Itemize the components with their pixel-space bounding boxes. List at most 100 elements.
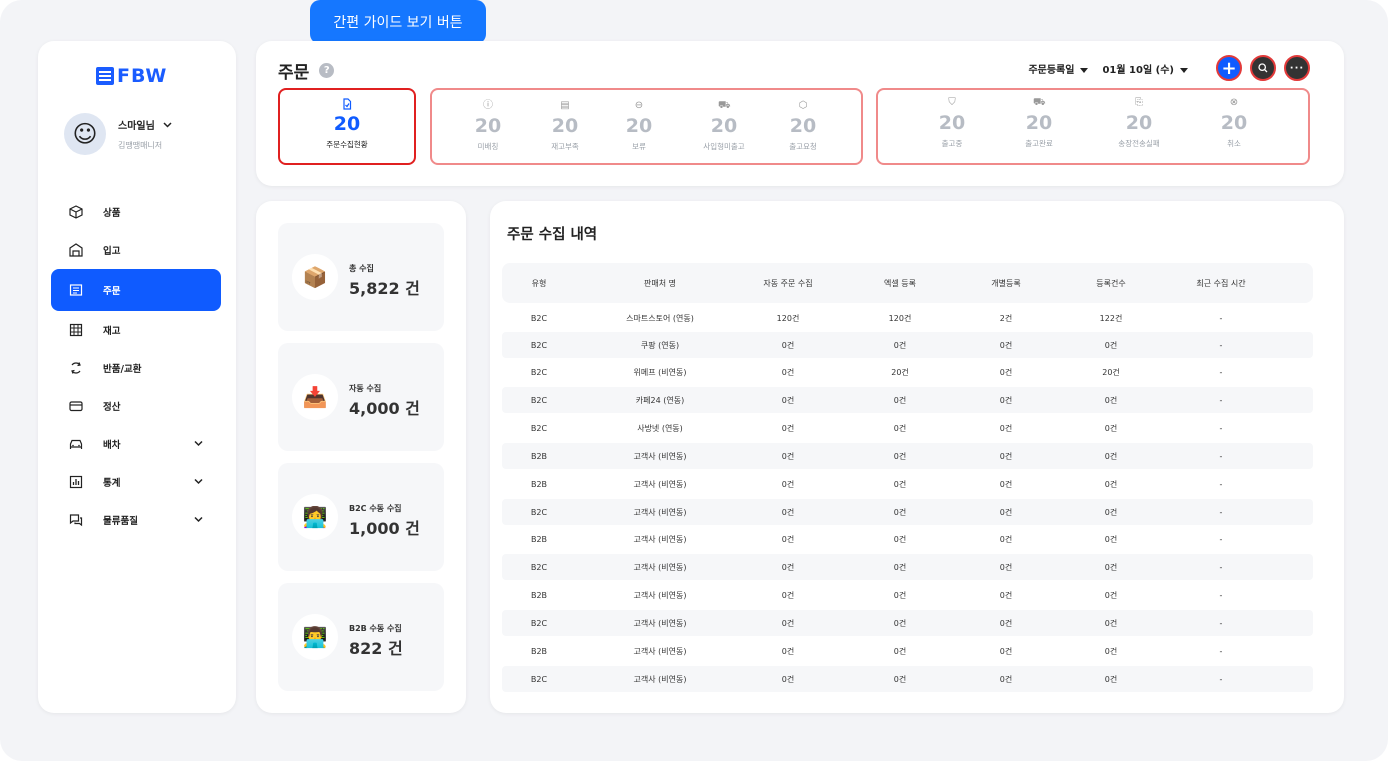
stat-document[interactable]: ⎘ 20 송장전송실패 <box>1118 97 1159 149</box>
stat-value: 20 <box>1025 112 1053 134</box>
tooltip-text: 간편 가이드 보기 버튼 <box>333 15 463 31</box>
person-icon: 👨‍💻 <box>292 614 338 660</box>
stat-truck-box[interactable]: ⛟ 20 사입형미출고 <box>703 100 744 152</box>
collection-summary: 📦 총 수집 5,822 건 📥 자동 수집 4,000 건 👩‍💻 B2C 수동 수집 1,0… <box>256 201 466 713</box>
logo[interactable]: FBW <box>96 65 167 87</box>
summary-label: B2C 수동 수집 <box>349 504 402 513</box>
table-cell: 0건 <box>893 395 907 405</box>
sidebar-item-6[interactable]: 배차 <box>51 425 221 463</box>
column-header[interactable]: 엑셀 등록 <box>884 263 916 303</box>
stat-x-circle[interactable]: ⊗ 20 취소 <box>1221 97 1247 149</box>
table-cell: B2C <box>530 340 548 350</box>
table-cell: 0건 <box>1104 507 1118 517</box>
table-row[interactable]: B2B 고객사 (비연동) 0건 0건 0건 0건 - <box>502 471 1313 497</box>
summary-value: 1,000 건 <box>349 519 420 538</box>
table-cell: - <box>1219 674 1223 684</box>
date-dropdown[interactable]: 01월 10일 (수) <box>1102 61 1188 76</box>
chevron-down-icon[interactable] <box>194 439 203 450</box>
table-title: 주문 수집 내역 <box>507 227 598 243</box>
document-check-icon <box>343 98 352 110</box>
stat-value: 20 <box>1125 112 1153 134</box>
table-row[interactable]: B2C 고객사 (비연동) 0건 0건 0건 0건 - <box>502 554 1313 580</box>
more-button[interactable]: ··· <box>1284 55 1310 81</box>
table-cell: 고객사 (비연동) <box>633 479 687 489</box>
order-collection-status-box[interactable]: 20 주문수집현황 <box>278 88 416 165</box>
column-header[interactable]: 자동 주문 수집 <box>763 263 812 303</box>
table-cell: 0건 <box>999 534 1013 544</box>
sidebar-item-3[interactable]: 재고 <box>51 311 221 349</box>
table-cell: B2C <box>530 507 548 517</box>
sidebar-item-8[interactable]: 물류품질 <box>51 501 221 539</box>
stat-label: 취소 <box>1227 139 1241 148</box>
table-cell: - <box>1219 451 1223 461</box>
chevron-down-icon[interactable] <box>194 477 203 488</box>
stat-label: 보류 <box>632 142 646 151</box>
summary-label: B2B 수동 수집 <box>349 624 402 633</box>
table-cell: 0건 <box>781 395 795 405</box>
summary-card: 👩‍💻 B2C 수동 수집 1,000 건 <box>278 463 444 571</box>
chevron-down-icon[interactable] <box>194 515 203 526</box>
add-button[interactable]: + <box>1216 55 1242 81</box>
sidebar-item-1[interactable]: 입고 <box>51 231 221 269</box>
sidebar-item-label: 재고 <box>103 326 121 337</box>
order-icon <box>69 283 83 297</box>
stat-truck[interactable]: ⛟ 20 출고완료 <box>1025 97 1053 149</box>
table-cell: 0건 <box>893 562 907 572</box>
date-type-dropdown[interactable]: 주문등록일 <box>1028 61 1089 76</box>
box-icon <box>69 205 83 219</box>
table-row[interactable]: B2C 사방넷 (연동) 0건 0건 0건 0건 - <box>502 415 1313 441</box>
table-cell: 위메프 (비연동) <box>633 367 687 377</box>
table-row[interactable]: B2C 위메프 (비연동) 0건 20건 0건 20건 - <box>502 359 1313 385</box>
profile-role: 김땡땡매니저 <box>118 141 163 150</box>
column-header[interactable]: 판매처 명 <box>644 263 676 303</box>
profile-name: 스마일님 <box>118 121 155 132</box>
table-cell: 0건 <box>1104 562 1118 572</box>
sidebar-item-label: 반품/교환 <box>103 364 142 375</box>
table-row[interactable]: B2C 카페24 (연동) 0건 0건 0건 0건 - <box>502 387 1313 413</box>
table-row[interactable]: B2B 고객사 (비연동) 0건 0건 0건 0건 - <box>502 443 1313 469</box>
table-cell: 0건 <box>893 590 907 600</box>
help-icon[interactable]: ? <box>319 63 335 78</box>
table-cell: B2C <box>530 395 548 405</box>
guide-tooltip[interactable]: 간편 가이드 보기 버튼 <box>310 0 486 56</box>
table-cell: 0건 <box>1104 618 1118 628</box>
search-button[interactable] <box>1250 55 1276 81</box>
sidebar-item-5[interactable]: 정산 <box>51 387 221 425</box>
sidebar-item-0[interactable]: 상품 <box>51 193 221 231</box>
column-header[interactable]: 개별등록 <box>991 263 1020 303</box>
stat-stock[interactable]: ▤ 20 재고부족 <box>551 100 579 152</box>
caret-down-icon <box>1080 67 1089 73</box>
sidebar-item-4[interactable]: 반품/교환 <box>51 349 221 387</box>
stat-minus-circle[interactable]: ⊖ 20 보류 <box>626 100 652 152</box>
table-row[interactable]: B2C 고객사 (비연동) 0건 0건 0건 0건 - <box>502 610 1313 636</box>
stat-shipping[interactable]: ⛉ 20 출고중 <box>939 97 965 149</box>
column-header[interactable]: 등록건수 <box>1096 263 1125 303</box>
table-row[interactable]: B2B 고객사 (비연동) 0건 0건 0건 0건 - <box>502 582 1313 608</box>
table-row[interactable]: B2B 고객사 (비연동) 0건 0건 0건 0건 - <box>502 638 1313 664</box>
table-row[interactable]: B2B 고객사 (비연동) 0건 0건 0건 0건 - <box>502 526 1313 552</box>
sidebar-item-label: 물류품질 <box>103 516 138 527</box>
stat-package[interactable]: ⬡ 20 출고요청 <box>789 100 817 152</box>
table-cell: 0건 <box>999 590 1013 600</box>
sidebar-item-7[interactable]: 통계 <box>51 463 221 501</box>
table-row[interactable]: B2C 고객사 (비연동) 0건 0건 0건 0건 - <box>502 499 1313 525</box>
user-profile[interactable]: ☺ 스마일님 김땡땡매니저 <box>64 113 172 155</box>
table-row[interactable]: B2C 스마트스토어 (연동) 120건 120건 2건 122건 - <box>502 305 1313 331</box>
table-cell: 20건 <box>1102 367 1120 377</box>
sidebar-item-2[interactable]: 주문 <box>51 269 221 311</box>
table-cell: 고객사 (비연동) <box>633 451 687 461</box>
table-row[interactable]: B2C 쿠팡 (연동) 0건 0건 0건 0건 - <box>502 332 1313 358</box>
table-cell: - <box>1219 618 1223 628</box>
chevron-down-icon[interactable] <box>163 121 172 128</box>
chat-icon <box>69 513 83 527</box>
table-cell: 0건 <box>999 562 1013 572</box>
table-cell: 122건 <box>1099 313 1123 323</box>
summary-label: 총 수집 <box>349 264 374 273</box>
column-header[interactable]: 유형 <box>532 263 547 303</box>
x-circle-icon: ⊗ <box>1229 97 1239 108</box>
table-cell: 0건 <box>893 618 907 628</box>
stat-alert[interactable]: ⓘ 20 미배칭 <box>475 100 501 152</box>
table-row[interactable]: B2C 고객사 (비연동) 0건 0건 0건 0건 - <box>502 666 1313 692</box>
table-cell: 0건 <box>781 451 795 461</box>
column-header[interactable]: 최근 수집 시간 <box>1196 263 1245 303</box>
